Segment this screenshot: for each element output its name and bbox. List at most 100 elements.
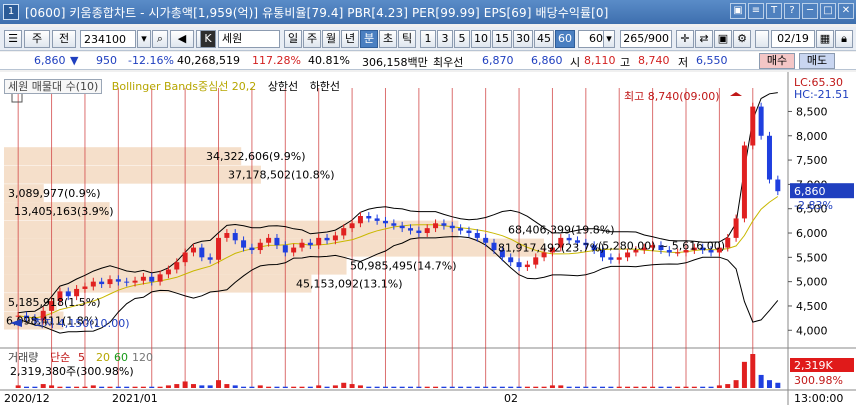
period-day[interactable]: 일 [284,30,302,48]
date-input[interactable]: 02/19 [771,30,815,48]
crosshair-icon[interactable]: ✛ [676,30,694,48]
buy-button[interactable]: 매수 [759,53,795,69]
chart-area[interactable]: 34,322,606(9.9%) 37,178,502(10.8%) 3,089,9… [0,72,856,405]
down-arrow-icon: ▼ [70,54,79,67]
period-year[interactable]: 년 [341,30,359,48]
minute-60[interactable]: 60 [555,30,575,48]
volume-bar [216,380,222,388]
volume-bar [416,386,422,388]
lock-icon[interactable]: 🔒︎ [835,30,853,48]
indicator-box[interactable]: 세원 매물대 수(10) [4,79,103,94]
volume-bar [566,386,572,388]
sell-button[interactable]: 매도 [799,53,835,69]
kiwoom-icon[interactable]: K [200,30,216,48]
volume-bar [40,384,46,388]
minimize-button[interactable]: ─ [802,3,818,19]
minute-5[interactable]: 5 [454,30,470,48]
high-arrow-icon [730,92,742,96]
gear-icon[interactable]: ⚙ [733,30,751,48]
interval-dropdown-icon[interactable]: ▾ [603,30,615,48]
open-price: 8,110 [584,54,616,67]
calendar-icon[interactable]: ▦ [816,30,834,48]
volume-profile-bar [4,220,459,239]
trade-amount: 306,158백만 [362,56,428,69]
candle-body [115,279,121,282]
period-second[interactable]: 초 [379,30,397,48]
menu-icon[interactable]: ≡ [748,3,764,19]
dropdown-icon[interactable]: ▾ [137,30,151,48]
minute-15[interactable]: 15 [492,30,512,48]
list-icon[interactable]: ☰ [4,30,22,48]
candle-body [207,257,213,260]
candle-body [382,220,388,224]
volume-bar [499,386,505,388]
legend-bb-upper: 상한선 [267,80,299,93]
hc-label: HC:-21.51 [794,88,849,101]
y-tick-label: 5,500 [796,251,828,264]
volume-bar [458,386,464,388]
candle-body [132,280,138,283]
candle-body [149,276,155,282]
volume-bar [241,386,247,388]
minute-45[interactable]: 45 [534,30,554,48]
candle-body [182,252,188,263]
minute-10[interactable]: 10 [471,30,491,48]
period-tick[interactable]: 틱 [398,30,416,48]
volume-bar [299,386,305,388]
candle-body [232,233,238,241]
price-chart-svg[interactable]: 34,322,606(9.9%) 37,178,502(10.8%) 3,089,9… [0,72,856,405]
y-tick-label: 4,500 [796,300,828,313]
volume-bar [516,386,522,388]
period-minute[interactable]: 분 [360,30,378,48]
volume-bar [533,386,539,388]
open-label: 시 [570,56,581,69]
tile-icon[interactable]: ▣ [730,3,746,19]
volume-pane-title: 거래량 [8,351,38,364]
volume-bar [466,386,472,388]
candle-body [224,233,230,238]
minute-1[interactable]: 1 [420,30,436,48]
stock-name-field[interactable]: 세원 [218,30,280,48]
volume-bar [449,386,455,388]
minute-30[interactable]: 30 [513,30,533,48]
volume-bar [349,384,355,388]
compare-icon[interactable]: ⇄ [695,30,713,48]
help-icon[interactable]: ? [784,3,800,19]
volume-value: 40,268,519 [177,54,240,67]
code-input[interactable] [80,30,136,48]
candle-body [216,237,222,260]
count-field[interactable]: 265/900 [620,30,672,48]
volume-bar [199,385,205,388]
maximize-button[interactable]: □ [820,3,836,19]
volume-bar [316,385,322,388]
date-checkbox[interactable] [755,30,769,48]
prev-button[interactable]: 전 [52,30,76,48]
save-icon[interactable]: ▣ [714,30,732,48]
volume-bar [182,381,188,388]
volume-ma-value: 5 [78,351,85,364]
volume-bar [266,386,272,388]
volume-bar [524,386,530,388]
close-button[interactable]: ✕ [838,3,854,19]
y-tick-label: 7,500 [796,154,828,167]
period-week[interactable]: 주 [303,30,321,48]
candle-body [299,242,305,248]
volume-bar [374,386,380,388]
candle-body [424,228,430,234]
volume-profile-label: 50,985,495(14.7%) [350,260,457,273]
sound-icon[interactable]: ◀ [170,30,194,48]
text-icon[interactable]: T [766,3,782,19]
volume-profile-label: 5,185,918(1.5%) [8,296,101,309]
stock-type-select[interactable]: 주 [24,30,50,48]
volume-bar [650,386,656,388]
volume-bar [115,386,121,388]
time-label: 13:00:00 [794,392,843,405]
period-month[interactable]: 월 [322,30,340,48]
volume-bar [24,386,30,388]
volume-bar [391,386,397,388]
change-percent: -12.16% [128,54,174,67]
search-icon[interactable]: ⌕ [152,30,168,48]
volume-bar [591,386,597,388]
legend-bb-mid: Bollinger Bands중심선 20,2 [111,80,257,93]
minute-3[interactable]: 3 [437,30,453,48]
